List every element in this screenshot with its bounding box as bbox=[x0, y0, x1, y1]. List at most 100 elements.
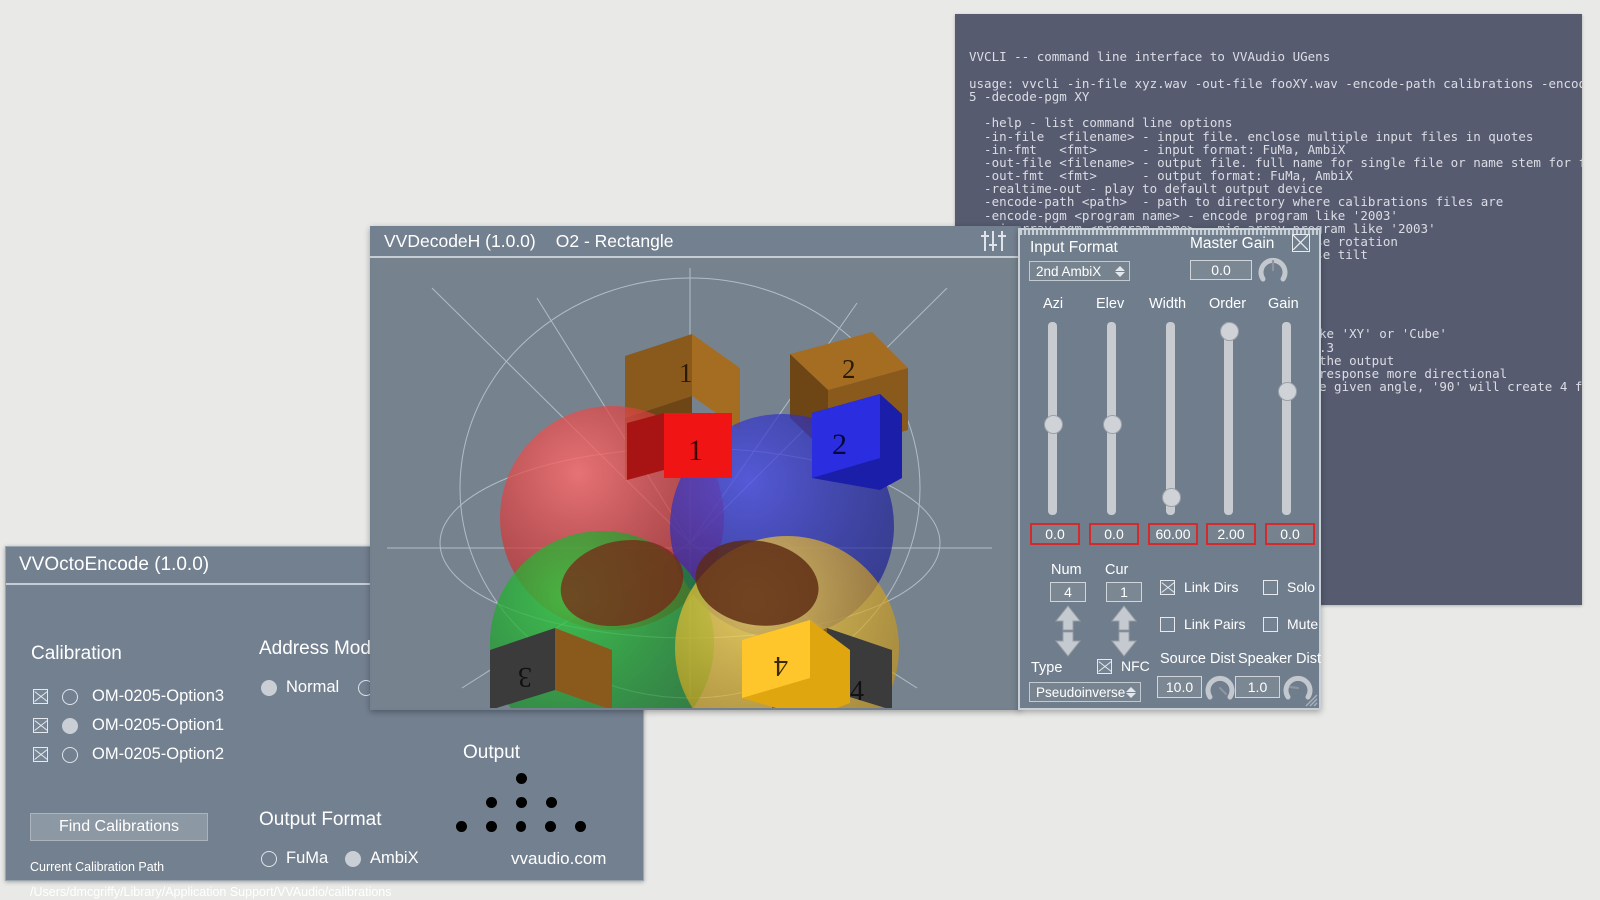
link-dirs-label: Link Dirs bbox=[1184, 579, 1239, 595]
solo-checkbox[interactable] bbox=[1263, 579, 1278, 595]
link-pairs-label: Link Pairs bbox=[1184, 616, 1246, 632]
mute-checkbox[interactable] bbox=[1263, 616, 1278, 632]
width-slider[interactable] bbox=[1162, 322, 1181, 515]
slider-label-gain: Gain bbox=[1268, 296, 1299, 312]
output-dot-row bbox=[456, 773, 586, 784]
faders-icon[interactable] bbox=[981, 230, 1007, 257]
cur-label: Cur bbox=[1105, 562, 1129, 578]
slider-label-elev: Elev bbox=[1096, 296, 1125, 312]
elev-slider[interactable] bbox=[1103, 322, 1122, 515]
output-format-fuma-option[interactable]: FuMa bbox=[261, 849, 328, 868]
cur-stepper[interactable] bbox=[1110, 605, 1138, 657]
type-value: Pseudoinverse bbox=[1036, 684, 1126, 700]
output-format-ambix-option[interactable]: AmbiX bbox=[345, 849, 419, 868]
decoder-title: VVDecodeH (1.0.0) bbox=[384, 230, 536, 251]
output-dot-row bbox=[456, 821, 586, 832]
num-field[interactable]: 4 bbox=[1050, 582, 1086, 602]
chevron-updown-icon bbox=[1115, 265, 1125, 277]
calibration-select-radio[interactable] bbox=[62, 688, 78, 705]
azi-slider-knob[interactable] bbox=[1044, 415, 1063, 434]
mute-label: Mute bbox=[1287, 616, 1319, 632]
find-calibrations-button[interactable]: Find Calibrations bbox=[30, 813, 208, 841]
input-format-value: 2nd AmbiX bbox=[1036, 263, 1102, 279]
current-calibration-path-label: Current Calibration Path bbox=[30, 860, 165, 874]
nfc-checkbox[interactable] bbox=[1097, 658, 1112, 674]
svg-text:4: 4 bbox=[850, 676, 864, 707]
mute-option[interactable]: Mute bbox=[1263, 616, 1318, 632]
nfc-option[interactable]: NFC bbox=[1097, 658, 1150, 674]
svg-text:2: 2 bbox=[842, 354, 856, 384]
speaker-layout-render: 1 2 1 2 3 4 4 bbox=[387, 268, 992, 708]
azi-slider[interactable] bbox=[1044, 322, 1063, 515]
order-slider[interactable] bbox=[1220, 322, 1239, 515]
output-heading: Output bbox=[463, 742, 521, 763]
output-dot bbox=[485, 821, 497, 832]
close-icon[interactable] bbox=[1292, 234, 1310, 252]
master-gain-field[interactable]: 0.0 bbox=[1190, 260, 1252, 280]
output-dot bbox=[515, 821, 527, 832]
octo-title: VVOctoEncode (1.0.0) bbox=[19, 554, 210, 575]
slider-label-azi: Azi bbox=[1043, 296, 1064, 312]
output-format-heading: Output Format bbox=[259, 809, 382, 830]
address-mode-normal-option[interactable]: Normal bbox=[261, 678, 375, 697]
calibration-heading: Calibration bbox=[31, 643, 122, 664]
decoder-3d-view[interactable]: 1 2 1 2 3 4 4 bbox=[372, 258, 1019, 708]
decoder-titlebar[interactable]: VVDecodeH (1.0.0) O2 - Rectangle bbox=[370, 226, 1021, 258]
input-format-select[interactable]: 2nd AmbiX bbox=[1029, 261, 1130, 281]
source-dist-field[interactable]: 10.0 bbox=[1157, 676, 1202, 698]
decoder-controls-panel[interactable]: Input Format 2nd AmbiX Master Gain 0.0 A… bbox=[1018, 228, 1321, 710]
slider-label-order: Order bbox=[1209, 296, 1247, 312]
speaker-dist-field[interactable]: 1.0 bbox=[1235, 676, 1280, 698]
gain-value-field[interactable]: 0.0 bbox=[1265, 523, 1315, 545]
svg-text:1: 1 bbox=[679, 358, 693, 388]
svg-text:2: 2 bbox=[832, 428, 847, 461]
gain-slider[interactable] bbox=[1278, 322, 1297, 515]
elev-slider-knob[interactable] bbox=[1103, 415, 1122, 434]
order-value-field[interactable]: 2.00 bbox=[1206, 523, 1256, 545]
calibration-enable-checkbox[interactable] bbox=[33, 689, 48, 704]
svg-text:3: 3 bbox=[518, 661, 532, 692]
calibration-enable-checkbox[interactable] bbox=[33, 747, 48, 762]
resize-grip[interactable] bbox=[1302, 691, 1318, 707]
link-pairs-option[interactable]: Link Pairs bbox=[1160, 616, 1245, 632]
calibration-select-radio[interactable] bbox=[62, 717, 78, 734]
output-format-ambix-radio[interactable] bbox=[345, 850, 361, 867]
solo-option[interactable]: Solo bbox=[1263, 579, 1315, 595]
chevron-updown-icon bbox=[1126, 686, 1136, 698]
num-stepper[interactable] bbox=[1054, 605, 1082, 657]
terminal-line: -in-file <filename> - input file. enclos… bbox=[969, 128, 1534, 144]
calibration-select-radio[interactable] bbox=[62, 746, 78, 763]
source-dist-knob[interactable] bbox=[1205, 673, 1235, 703]
width-value-field[interactable]: 60.00 bbox=[1148, 523, 1198, 545]
calibration-enable-checkbox[interactable] bbox=[33, 718, 48, 733]
speaker-cube-1: 1 bbox=[627, 413, 732, 480]
type-select[interactable]: Pseudoinverse bbox=[1029, 682, 1141, 702]
address-mode-normal-radio[interactable] bbox=[261, 679, 277, 696]
output-dot bbox=[545, 797, 557, 808]
address-mode-normal-label: Normal bbox=[286, 678, 340, 696]
master-gain-knob[interactable] bbox=[1258, 255, 1288, 285]
output-dot bbox=[456, 821, 467, 832]
link-dirs-option[interactable]: Link Dirs bbox=[1160, 579, 1238, 595]
type-label: Type bbox=[1031, 660, 1063, 676]
cur-field[interactable]: 1 bbox=[1106, 582, 1142, 602]
order-slider-knob[interactable] bbox=[1220, 322, 1239, 341]
elev-value-field[interactable]: 0.0 bbox=[1089, 523, 1139, 545]
link-dirs-checkbox[interactable] bbox=[1160, 579, 1175, 595]
decoder-preset-name: O2 - Rectangle bbox=[555, 230, 674, 251]
link-pairs-checkbox[interactable] bbox=[1160, 616, 1175, 632]
calibration-item-2[interactable]: OM-0205-Option2 bbox=[33, 745, 224, 764]
num-label: Num bbox=[1051, 562, 1082, 578]
output-format-fuma-radio[interactable] bbox=[261, 850, 277, 867]
calibration-item-0[interactable]: OM-0205-Option3 bbox=[33, 687, 224, 706]
azi-value-field[interactable]: 0.0 bbox=[1030, 523, 1080, 545]
gain-slider-knob[interactable] bbox=[1278, 382, 1297, 401]
current-calibration-path-value: /Users/dmcgriffy/Library/Application Sup… bbox=[30, 885, 392, 899]
output-format-ambix-label: AmbiX bbox=[370, 849, 419, 867]
width-slider-knob[interactable] bbox=[1162, 488, 1181, 507]
terminal-line: -encode-path <path> - path to directory … bbox=[969, 194, 1504, 210]
vvdecodeh-window[interactable]: VVDecodeH (1.0.0) O2 - Rectangle 1 2 1 2… bbox=[370, 226, 1021, 710]
nfc-label: NFC bbox=[1121, 658, 1150, 674]
calibration-item-1[interactable]: OM-0205-Option1 bbox=[33, 716, 224, 735]
